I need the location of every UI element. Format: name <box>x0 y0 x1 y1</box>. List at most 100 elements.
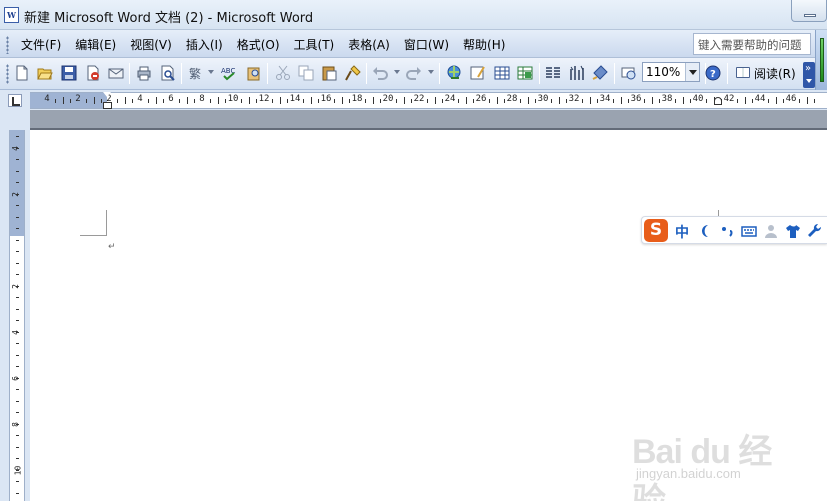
vertical-ruler-tick <box>16 458 19 459</box>
reading-mode-button[interactable]: 阅读(R) <box>732 62 798 84</box>
cut-icon[interactable] <box>275 65 291 81</box>
print-icon[interactable] <box>136 65 152 81</box>
help-search-input[interactable]: 键入需要帮助的问题 <box>693 33 811 55</box>
menu-file[interactable]: 文件(F) <box>14 36 68 53</box>
tab-selector[interactable] <box>8 94 22 107</box>
ruler-tick <box>209 99 211 103</box>
vertical-ruler-tick <box>16 389 19 390</box>
right-indent-marker[interactable] <box>714 97 722 105</box>
keyboard-icon[interactable] <box>741 223 757 239</box>
ruler-tick <box>473 99 475 103</box>
wrench-icon[interactable] <box>807 223 823 239</box>
ruler-label: 24 <box>444 94 456 104</box>
vertical-ruler-tick <box>16 170 19 172</box>
open-icon[interactable] <box>37 65 53 81</box>
ruler-tick <box>395 99 397 103</box>
vertical-ruler-tick <box>16 262 19 264</box>
sogou-logo-icon[interactable]: S <box>644 219 668 242</box>
paste-icon[interactable] <box>321 65 337 81</box>
ruler-tick <box>744 97 746 104</box>
show-hide-icon[interactable] <box>621 65 637 81</box>
ruler-label: 40 <box>692 94 704 104</box>
undo-icon[interactable] <box>372 65 388 81</box>
punctuation-icon[interactable] <box>720 223 736 239</box>
format-painter-icon[interactable] <box>345 65 361 81</box>
spelling-icon[interactable]: ABC <box>221 65 237 81</box>
indent-marker[interactable] <box>103 92 112 110</box>
ruler-tick <box>504 99 506 103</box>
ruler-tick <box>132 99 134 103</box>
skin-shirt-icon[interactable] <box>785 223 801 239</box>
minimize-button[interactable] <box>791 0 827 22</box>
vertical-ruler-tick <box>16 366 19 367</box>
document-map-icon[interactable] <box>592 65 608 81</box>
ruler-tick <box>558 97 560 104</box>
translate-icon[interactable]: 繁 <box>188 65 204 81</box>
ruler-tick <box>372 97 374 104</box>
ime-mode-toggle[interactable]: 中 <box>675 222 689 242</box>
print-preview-icon[interactable] <box>160 65 176 81</box>
zoom-select[interactable]: 110% <box>642 62 700 82</box>
save-icon[interactable] <box>61 65 77 81</box>
copy-icon[interactable] <box>298 65 314 81</box>
insert-table-icon[interactable] <box>494 65 510 81</box>
vertical-ruler-tick <box>16 331 19 333</box>
vertical-ruler-tick <box>16 435 19 436</box>
moon-icon[interactable] <box>698 223 714 239</box>
ruler-tick <box>535 99 537 103</box>
menu-help[interactable]: 帮助(H) <box>456 36 512 53</box>
ruler-label: 4 <box>44 94 50 104</box>
ruler-label: 30 <box>537 94 549 104</box>
ruler-tick <box>550 99 552 103</box>
zoom-dropdown-button[interactable] <box>685 63 699 81</box>
toolbar-options-button[interactable] <box>803 62 815 88</box>
toolbar-grip[interactable] <box>6 64 9 84</box>
drawing-icon[interactable] <box>569 65 585 81</box>
vertical-ruler-tick <box>16 400 19 402</box>
ime-toolbar[interactable]: S 中 <box>641 216 827 244</box>
new-icon[interactable] <box>14 65 30 81</box>
minimize-icon <box>804 14 816 17</box>
research-icon[interactable] <box>246 65 262 81</box>
redo-icon[interactable] <box>406 65 422 81</box>
ruler-label: 22 <box>413 94 425 104</box>
columns-icon[interactable] <box>545 65 561 81</box>
ruler-tick <box>457 99 459 103</box>
menu-view[interactable]: 视图(V) <box>123 36 179 53</box>
menu-table[interactable]: 表格(A) <box>341 36 397 53</box>
vertical-ruler-tick <box>16 377 19 379</box>
watermark-brand: Bai du 经验 <box>632 433 772 501</box>
horizontal-ruler[interactable]: 4 2 2 4 6 8 10 12 14 16 18 20 22 24 26 28 30 32 34 36 38 40 42… <box>30 92 827 109</box>
redo-dropdown-arrow[interactable] <box>428 70 434 74</box>
menu-tools[interactable]: 工具(T) <box>287 36 342 53</box>
ruler-tick <box>612 99 614 103</box>
permission-icon[interactable] <box>85 65 101 81</box>
menu-window[interactable]: 窗口(W) <box>397 36 456 53</box>
help-icon[interactable]: ? <box>705 65 721 81</box>
email-icon[interactable] <box>108 65 124 81</box>
translate-dropdown-arrow[interactable] <box>208 70 214 74</box>
insert-excel-icon[interactable] <box>517 65 533 81</box>
menu-insert[interactable]: 插入(I) <box>179 36 230 53</box>
toolbar-options-strip[interactable] <box>815 30 827 92</box>
vertical-ruler-tick <box>16 228 19 229</box>
user-icon[interactable] <box>763 223 779 239</box>
undo-dropdown-arrow[interactable] <box>394 70 400 74</box>
menubar-grip[interactable] <box>6 36 9 54</box>
ruler-tick <box>736 99 738 103</box>
ruler-tick <box>814 99 816 103</box>
ruler-tick <box>783 99 785 103</box>
toolbar-separator <box>727 63 728 84</box>
svg-text:繁: 繁 <box>189 66 201 81</box>
ruler-tick <box>775 97 777 104</box>
book-icon <box>736 67 750 78</box>
vertical-ruler-tick <box>16 343 19 344</box>
menu-edit[interactable]: 编辑(E) <box>68 36 123 53</box>
vertical-ruler-tick <box>16 251 19 252</box>
vertical-ruler[interactable]: 4 2 2 4 6 8 10 <box>9 130 25 501</box>
tables-borders-icon[interactable] <box>470 65 486 81</box>
vertical-ruler-tick <box>16 423 19 425</box>
menu-format[interactable]: 格式(O) <box>230 36 287 53</box>
word-app-icon[interactable]: W <box>4 7 19 23</box>
hyperlink-icon[interactable] <box>446 65 462 81</box>
